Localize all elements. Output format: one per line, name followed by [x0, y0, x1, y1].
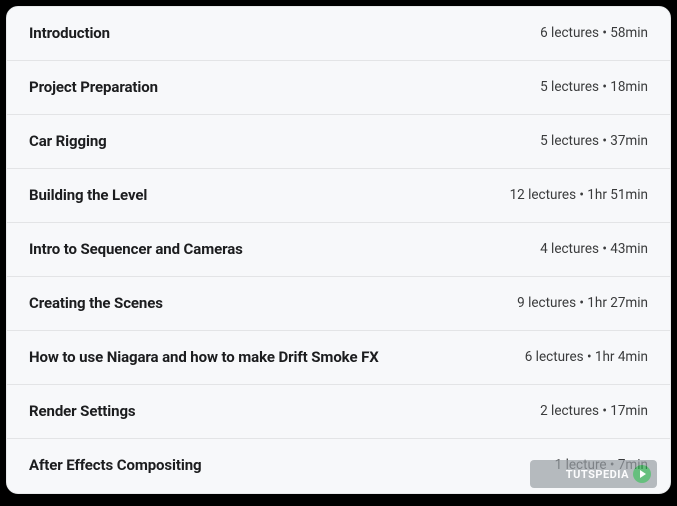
section-title: After Effects Compositing	[29, 456, 202, 474]
section-row[interactable]: Building the Level 12 lectures • 1hr 51m…	[7, 169, 670, 223]
section-meta: 1 lecture • 7min	[555, 457, 648, 473]
section-meta: 4 lectures • 43min	[540, 241, 648, 257]
section-meta: 5 lectures • 18min	[540, 79, 648, 95]
section-meta: 2 lectures • 17min	[540, 403, 648, 419]
section-title: Introduction	[29, 24, 110, 42]
section-title: Creating the Scenes	[29, 294, 163, 312]
section-meta: 6 lectures • 58min	[540, 25, 648, 41]
section-meta: 12 lectures • 1hr 51min	[510, 187, 648, 203]
section-row[interactable]: Creating the Scenes 9 lectures • 1hr 27m…	[7, 277, 670, 331]
section-row[interactable]: Car Rigging 5 lectures • 37min	[7, 115, 670, 169]
section-title: Project Preparation	[29, 78, 158, 96]
section-title: How to use Niagara and how to make Drift…	[29, 348, 379, 366]
section-title: Intro to Sequencer and Cameras	[29, 240, 243, 258]
section-title: Car Rigging	[29, 132, 107, 150]
section-row[interactable]: Render Settings 2 lectures • 17min	[7, 385, 670, 439]
section-row[interactable]: How to use Niagara and how to make Drift…	[7, 331, 670, 385]
section-title: Building the Level	[29, 186, 147, 204]
section-row[interactable]: Intro to Sequencer and Cameras 4 lecture…	[7, 223, 670, 277]
section-row[interactable]: Introduction 6 lectures • 58min	[7, 7, 670, 61]
section-meta: 5 lectures • 37min	[540, 133, 648, 149]
section-row[interactable]: After Effects Compositing 1 lecture • 7m…	[7, 439, 670, 492]
section-title: Render Settings	[29, 402, 136, 420]
section-row[interactable]: Project Preparation 5 lectures • 18min	[7, 61, 670, 115]
section-meta: 6 lectures • 1hr 4min	[525, 349, 648, 365]
section-meta: 9 lectures • 1hr 27min	[517, 295, 648, 311]
course-sections-panel: Introduction 6 lectures • 58min Project …	[6, 6, 671, 494]
